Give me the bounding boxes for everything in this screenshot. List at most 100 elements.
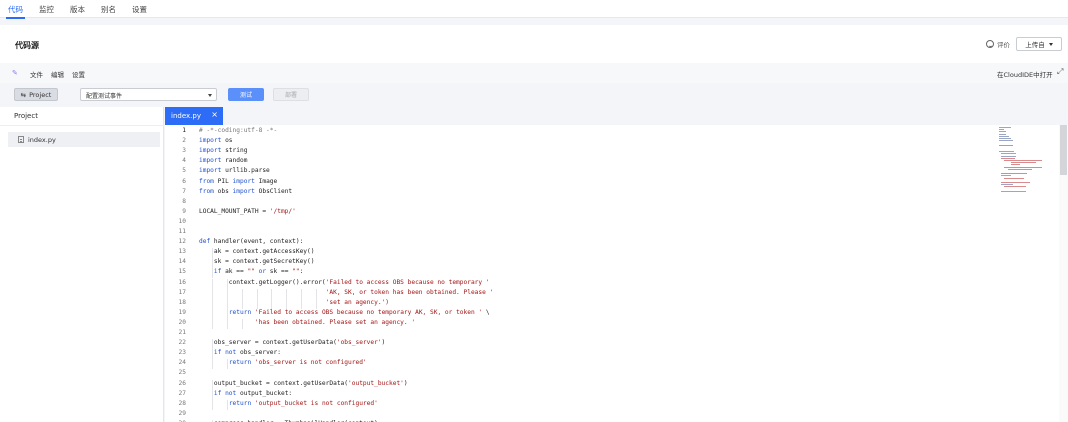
menu-settings[interactable]: 设置: [72, 69, 85, 79]
indent-guide: [226, 298, 228, 309]
code-line[interactable]: ak = context.getAccessKey(): [199, 248, 315, 256]
project-sidebar: Project index.py: [0, 107, 164, 422]
indent-guide: [256, 288, 258, 299]
code-line[interactable]: def handler(event, context):: [199, 238, 303, 245]
indent-guide: [211, 268, 213, 279]
indent-guide: [211, 389, 213, 400]
code-line[interactable]: import os: [199, 137, 233, 144]
close-icon[interactable]: ×: [211, 110, 218, 119]
menu-file[interactable]: 文件: [30, 69, 43, 79]
indent-guide: [211, 349, 213, 360]
code-token: if not: [213, 349, 237, 357]
code-token: random: [221, 157, 248, 165]
editor-tab-index-py[interactable]: index.py ×: [165, 107, 223, 125]
line-number: 10: [178, 217, 186, 225]
minimap-line: [1001, 157, 1015, 159]
tab-monitor[interactable]: 监控: [31, 0, 62, 18]
code-line[interactable]: import string: [199, 147, 247, 154]
code-token: obs_server = context.getUserData(: [199, 339, 337, 347]
editor-toolbar: ⇆ Project 配置测试事件 测试 部署: [0, 83, 1068, 107]
indent-guide: [211, 298, 213, 309]
code-token: ak = context.getAccessKey(): [199, 248, 315, 256]
tab-settings[interactable]: 设置: [124, 0, 155, 18]
code-line[interactable]: if ak == "" or sk == "":: [199, 268, 303, 275]
code-line[interactable]: 'AK, SK, or token has been obtained. Ple…: [199, 289, 494, 296]
scrollbar-thumb[interactable]: [1060, 125, 1067, 175]
code-token: def: [199, 238, 211, 246]
test-button[interactable]: 测试: [228, 88, 264, 101]
code-line[interactable]: obs_server = context.getUserData('obs_se…: [199, 339, 385, 346]
test-event-select[interactable]: 配置测试事件: [80, 88, 217, 101]
indent-guide: [241, 288, 243, 299]
minimap[interactable]: [999, 127, 1057, 287]
indent-guide: [211, 308, 213, 319]
code-line[interactable]: 'has been obtained. Please set an agency…: [199, 319, 415, 326]
minimap-line: [1003, 177, 1025, 179]
tab-aliases[interactable]: 别名: [93, 0, 124, 18]
code-token: 'obs_server is not configured': [254, 359, 367, 367]
tab-versions[interactable]: 版本: [62, 0, 93, 18]
editor-tab-label: index.py: [171, 112, 201, 120]
vertical-scrollbar[interactable]: [1059, 125, 1068, 422]
open-in-cloudide-link[interactable]: 在CloudIDE中打开: [997, 69, 1053, 79]
code-line[interactable]: if not output_bucket:: [199, 390, 292, 397]
code-line[interactable]: return 'Failed to access OBS because no …: [199, 309, 490, 316]
minimap-line: [999, 131, 1007, 133]
code-token: string: [221, 147, 248, 155]
code-line[interactable]: from obs import ObsClient: [199, 188, 292, 195]
expand-icon[interactable]: ⤢: [1057, 67, 1063, 77]
minimap-line: [1001, 153, 1017, 155]
code-line[interactable]: import urllib.parse: [199, 167, 270, 174]
indent-guide: [226, 399, 228, 410]
code-line[interactable]: import random: [199, 157, 247, 164]
code-token: handler(event, context):: [210, 238, 304, 246]
deploy-button[interactable]: 部署: [273, 88, 309, 101]
menu-edit[interactable]: 编辑: [51, 69, 64, 79]
line-number: 29: [178, 409, 186, 417]
code-token: LOCAL_MOUNT_PATH =: [199, 207, 270, 215]
code-token: context.getLogger().error(: [199, 278, 326, 286]
code-token: 'has been obtained. Please set an agency…: [254, 318, 416, 326]
code-line[interactable]: from PIL import Image: [199, 178, 277, 185]
code-token: import: [232, 177, 255, 185]
line-number: 20: [178, 318, 186, 326]
indent-guide: [211, 359, 213, 370]
line-number-gutter: 1 2 3 4 5 6 7 8 9 10 11 12 13 14 15 16 17 18 19 20 21 22 23 24 2…: [165, 125, 191, 422]
line-number: 5: [182, 167, 186, 175]
code-token: output_bucket = context.getUserData(: [199, 379, 349, 387]
code-line[interactable]: context.getLogger().error('Failed to acc…: [199, 279, 490, 286]
indent-guide: [211, 248, 213, 259]
code-token: from: [199, 187, 214, 195]
code-line[interactable]: return 'obs_server is not configured': [199, 359, 367, 366]
code-line[interactable]: output_bucket = context.getUserData('out…: [199, 380, 408, 387]
indent-guide: [286, 288, 288, 299]
code-area[interactable]: # -*-coding:utf-8 -*- import os import str…: [199, 125, 989, 422]
line-number: 2: [182, 137, 186, 145]
code-token: import: [199, 147, 222, 155]
upload-from-dropdown[interactable]: 上传自: [1016, 37, 1062, 51]
line-number: 26: [178, 379, 186, 387]
line-number: 9: [182, 207, 186, 215]
code-line[interactable]: # -*-coding:utf-8 -*-: [199, 127, 277, 134]
line-number: 24: [178, 359, 186, 367]
minimap-line: [999, 151, 1015, 153]
feedback-button[interactable]: 评价: [986, 39, 1010, 49]
file-icon: [18, 136, 24, 143]
file-item-index-py[interactable]: index.py: [8, 132, 160, 147]
line-number: 11: [178, 228, 186, 235]
code-line[interactable]: LOCAL_MOUNT_PATH = '/tmp/': [199, 208, 296, 215]
indent-guide: [256, 298, 258, 309]
test-event-value: 配置测试事件: [86, 93, 123, 100]
line-number: 16: [178, 278, 186, 286]
code-editor[interactable]: 1 2 3 4 5 6 7 8 9 10 11 12 13 14 15 16 17 18 19 20 21 22 23 24 2…: [165, 125, 1068, 422]
line-number: 1: [182, 127, 186, 134]
code-line[interactable]: sk = context.getSecretKey(): [199, 258, 315, 265]
project-toggle-button[interactable]: ⇆ Project: [14, 88, 58, 101]
indent-guide: [271, 288, 273, 299]
tab-code[interactable]: 代码: [0, 0, 31, 19]
indent-guide: [211, 339, 213, 350]
code-token: or: [258, 268, 267, 276]
line-number: 12: [178, 238, 186, 246]
